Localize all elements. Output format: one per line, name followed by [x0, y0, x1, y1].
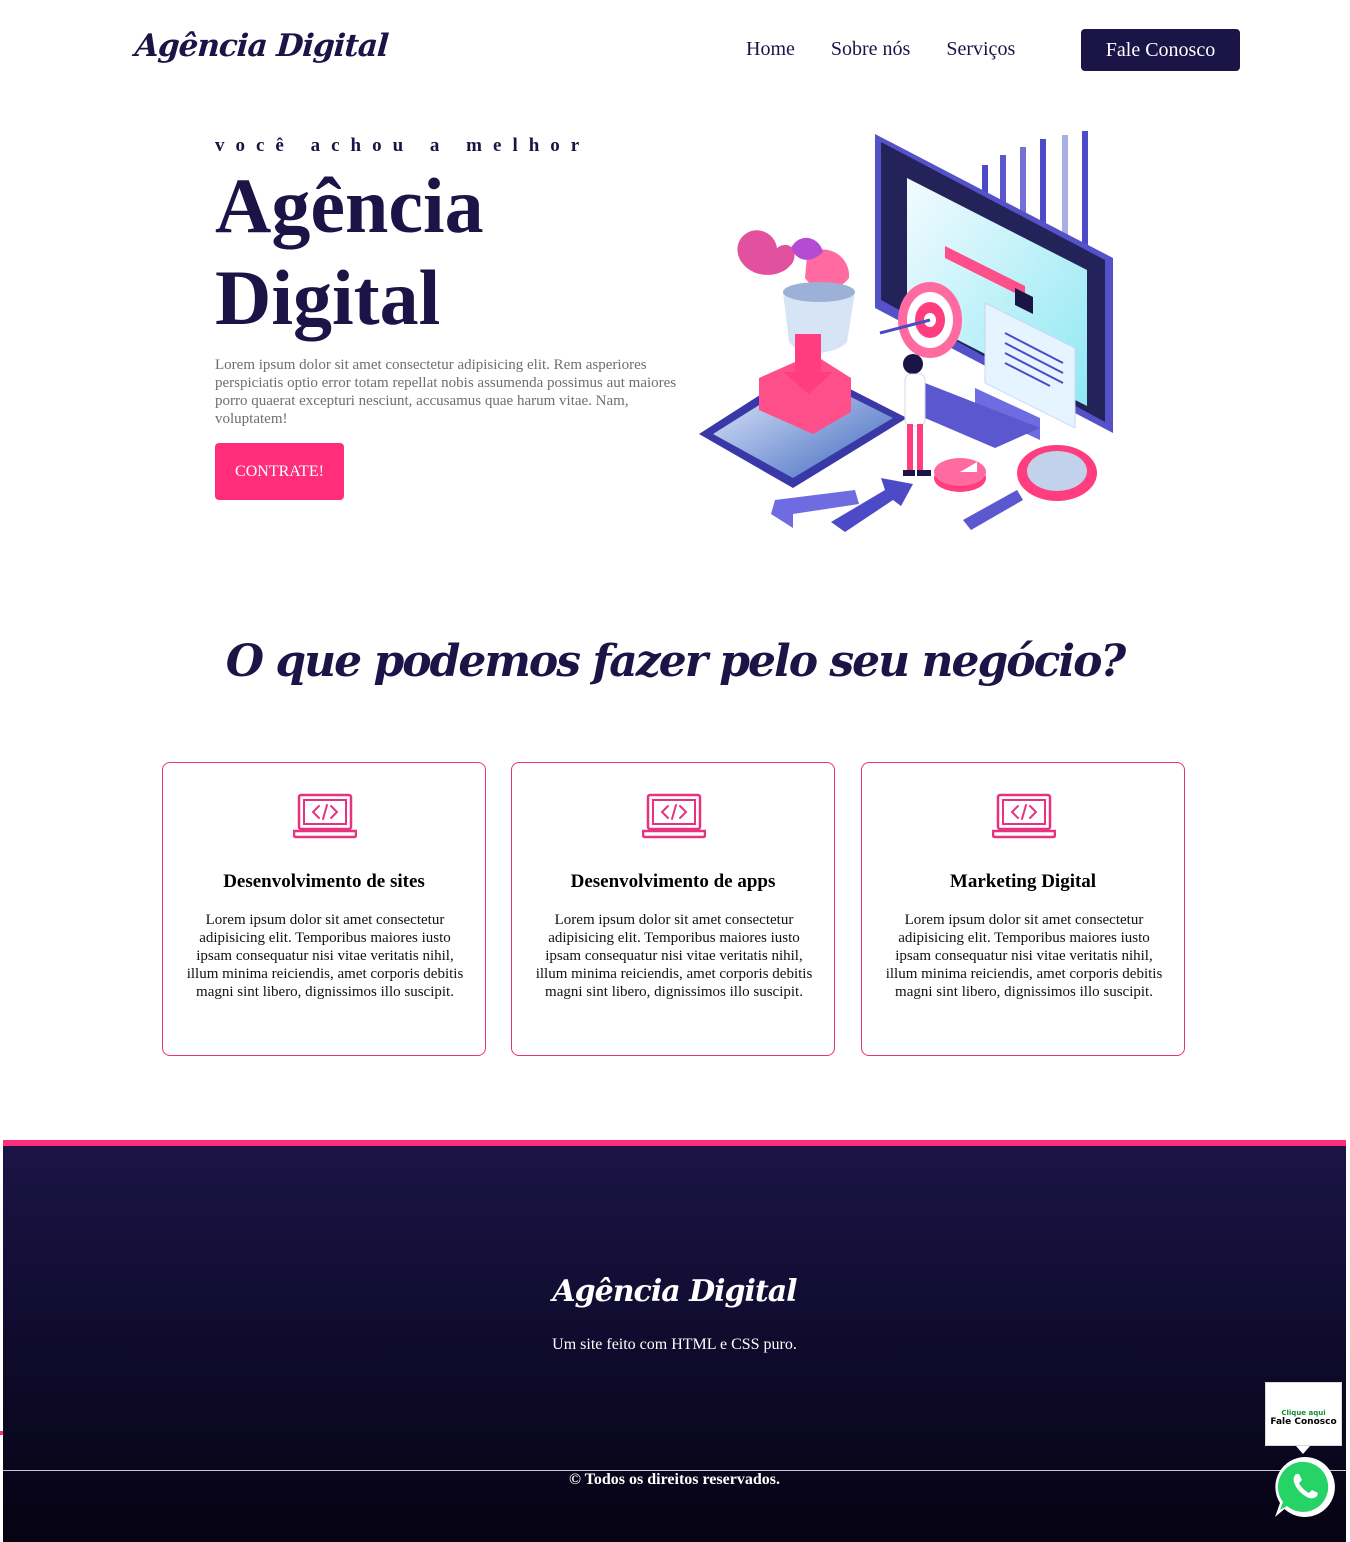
hero-description: Lorem ipsum dolor sit amet consectetur a… [215, 357, 677, 427]
whatsapp-tooltip-line1: Clique aqui [1281, 1409, 1326, 1417]
service-title: Marketing Digital [949, 871, 1097, 892]
footer: Agência Digital Um site feito com HTML e… [3, 1146, 1346, 1542]
service-card-marketing: Marketing Digital Lorem ipsum dolor sit … [861, 762, 1185, 1056]
contrate-button[interactable]: CONTRATE! [215, 443, 344, 500]
service-description: Lorem ipsum dolor sit amet consectetur a… [535, 912, 813, 1000]
laptop-code-icon [992, 793, 1056, 839]
whatsapp-tooltip[interactable]: Clique aqui Fale Conosco [1265, 1382, 1342, 1446]
service-description: Lorem ipsum dolor sit amet consectetur a… [885, 912, 1163, 1000]
service-card-apps: Desenvolvimento de apps Lorem ipsum dolo… [511, 762, 835, 1056]
hero-eyebrow: você achou a melhor [215, 135, 591, 156]
laptop-code-icon [293, 793, 357, 839]
services-title: O que podemos fazer pelo seu negócio? [225, 636, 1126, 687]
edge-mark [0, 1431, 3, 1435]
service-description: Lorem ipsum dolor sit amet consectetur a… [186, 912, 464, 1000]
laptop-code-icon [642, 793, 706, 839]
magnifier-icon [963, 445, 1097, 530]
logo[interactable]: Agência Digital [134, 28, 389, 64]
service-card-sites: Desenvolvimento de sites Lorem ipsum dol… [162, 762, 486, 1056]
service-title: Desenvolvimento de apps [570, 871, 776, 892]
tablet-icon [699, 334, 907, 488]
nav-servicos[interactable]: Serviços [946, 38, 1015, 61]
main-nav: Home Sobre nós Serviços [746, 38, 1015, 61]
hero-title: Agência Digital [215, 162, 484, 341]
whatsapp-icon[interactable] [1272, 1454, 1338, 1520]
nav-home[interactable]: Home [746, 38, 795, 61]
nav-sobre-nos[interactable]: Sobre nós [831, 38, 910, 61]
service-title: Desenvolvimento de sites [223, 871, 425, 892]
copyright-text: © Todos os direitos reservados. [569, 1471, 780, 1488]
whatsapp-tooltip-tail [1296, 1446, 1310, 1454]
whatsapp-tooltip-line2: Fale Conosco [1270, 1417, 1337, 1427]
hero-illustration [699, 131, 1113, 532]
footer-subtitle: Um site feito com HTML e CSS puro. [552, 1336, 797, 1353]
footer-logo: Agência Digital [552, 1274, 797, 1309]
pie-chart-icon [934, 458, 986, 492]
fale-conosco-button[interactable]: Fale Conosco [1081, 29, 1240, 71]
